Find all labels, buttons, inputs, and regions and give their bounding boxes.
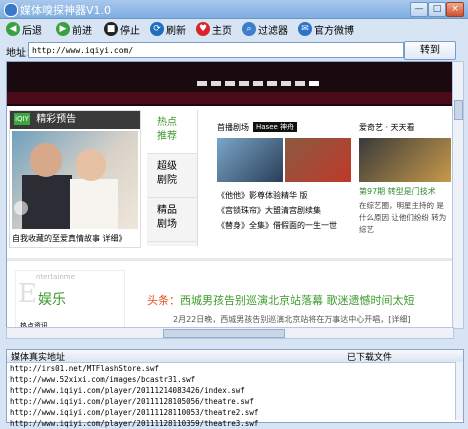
toolbar: ◀ 后退 ▶ 前进 ■ 停止 ⟳ 刷新 ♥ 主页 ⌕ 过滤器 ✉ 官方微博	[0, 19, 468, 39]
daily-subtitle[interactable]: 第97期 转型是门技术	[359, 186, 436, 197]
magnifier-filter-icon: ⌕	[242, 22, 256, 36]
headline[interactable]: 头条：西城男孩告别巡演北京站落幕 歌迷遗憾时间太短	[147, 292, 415, 308]
slide-dot[interactable]	[197, 81, 207, 86]
daily-thumbnail[interactable]	[359, 138, 451, 182]
back-button[interactable]: ◀ 后退	[6, 21, 42, 37]
slide-dot[interactable]	[211, 81, 221, 86]
refresh-button[interactable]: ⟳ 刷新	[150, 21, 186, 37]
column-media-url[interactable]: 媒体真实地址	[11, 350, 65, 363]
slide-dot[interactable]	[295, 81, 305, 86]
preview-header: iQIY 精彩预告	[10, 111, 140, 129]
slide-prev-icon[interactable]	[14, 201, 28, 215]
headline-summary[interactable]: 2月22日晚，西城男孩告别巡演北京站将在万事达中心开唱，[详细]	[173, 314, 411, 325]
address-bar: 地址： 转到	[0, 41, 468, 60]
premiere-thumbnails[interactable]	[217, 138, 351, 182]
media-row[interactable]: http://www.iqiyi.com/player/201111281103…	[7, 418, 463, 429]
stop-icon: ■	[104, 22, 118, 36]
premiere-header: 首播剧场 Hasee 神舟	[217, 120, 353, 134]
section-divider	[7, 258, 453, 261]
preview-title: 精彩预告	[36, 114, 77, 125]
browser-vertical-scrollbar[interactable]	[452, 61, 464, 329]
media-row[interactable]: http://www.iqiyi.com/player/201112140834…	[7, 385, 463, 396]
home-label: 主页	[212, 25, 232, 37]
browser-horizontal-scrollbar[interactable]	[6, 327, 454, 339]
entertainment-logo[interactable]: E ntertainme 娱乐 热点资讯	[15, 270, 125, 332]
app-icon	[4, 3, 18, 17]
heart-home-icon: ♥	[196, 22, 210, 36]
nav-super-theater[interactable]: 超级 剧院	[147, 154, 197, 198]
column-downloaded[interactable]: 已下载文件	[347, 350, 392, 363]
preview-box: iQIY 精彩预告 自我收藏的至爱真情故事 详细》	[9, 110, 141, 248]
refresh-icon: ⟳	[150, 22, 164, 36]
preview-caption[interactable]: 自我收藏的至爱真情故事 详细》	[12, 233, 127, 244]
media-row[interactable]: http://www.iqiyi.com/player/201111281100…	[7, 407, 463, 418]
daily-column: 爱奇艺 · 天天看 第97期 转型是门技术 在综艺圈，明星主持的 是什么原因 让…	[359, 120, 453, 234]
photo-face-bride	[76, 149, 106, 181]
refresh-label: 刷新	[166, 25, 186, 37]
title-bar: 媒体嗅探神器V1.0 — □ ×	[0, 0, 468, 19]
stop-label: 停止	[120, 25, 140, 37]
browser-view[interactable]: iQIY 精彩预告 自我收藏的至爱真情故事 详细》 热点 推荐 超级 剧院 精品…	[6, 61, 454, 339]
window-title: 媒体嗅探神器V1.0	[20, 4, 112, 17]
forward-arrow-icon: ▶	[56, 22, 70, 36]
premiere-links: 《他他》影尊体验精华 版 《宫锁珠帘》大盟清宫剧续集 《替身》全集》借假面的一生…	[217, 188, 337, 233]
top-banner[interactable]	[7, 62, 453, 106]
preview-photo[interactable]	[12, 131, 138, 229]
premiere-column: 首播剧场 Hasee 神舟 《他他》影尊体验精华 版 《宫锁珠帘》大盟清宫剧续集…	[217, 120, 353, 230]
weibo-icon: ✉	[298, 22, 312, 36]
daily-description: 在综艺圈，明星主持的 是什么原因 让他们纷纷 转为综艺	[359, 201, 447, 234]
close-button[interactable]: ×	[446, 2, 464, 17]
media-list-header: 媒体真实地址 已下载文件	[7, 350, 463, 363]
banner-strip	[7, 92, 453, 104]
nav-premium-theater[interactable]: 精品 剧场	[147, 198, 197, 242]
slide-dot[interactable]	[309, 81, 319, 86]
photo-face-groom	[30, 143, 62, 177]
weibo-label: 官方微博	[314, 25, 354, 37]
stop-button[interactable]: ■ 停止	[104, 21, 140, 37]
media-row[interactable]: http://www.iqiyi.com/player/201111281050…	[7, 396, 463, 407]
hasee-brand-logo: Hasee 神舟	[253, 122, 298, 132]
entertainment-e-glyph: E	[18, 279, 37, 309]
vscroll-thumb[interactable]	[454, 100, 463, 120]
slide-indicators	[197, 81, 319, 86]
headline-text[interactable]: 西城男孩告别巡演北京站落幕 歌迷遗憾时间太短	[180, 294, 415, 307]
minimize-button[interactable]: —	[410, 2, 428, 17]
weibo-button[interactable]: ✉ 官方微博	[298, 21, 354, 37]
entertainment-cn: 娱乐	[38, 292, 66, 308]
premiere-link-1[interactable]: 《他他》影尊体验精华 版	[217, 188, 337, 203]
category-nav: 热点 推荐 超级 剧院 精品 剧场	[147, 110, 198, 246]
slide-dot[interactable]	[239, 81, 249, 86]
premiere-link-2[interactable]: 《宫锁珠帘》大盟清宫剧续集	[217, 203, 337, 218]
premiere-title: 首播剧场	[217, 122, 249, 132]
home-button[interactable]: ♥ 主页	[196, 21, 232, 37]
slide-dot[interactable]	[253, 81, 263, 86]
back-arrow-icon: ◀	[6, 22, 20, 36]
media-row[interactable]: http://www.52xixi.com/images/bcastr31.sw…	[7, 374, 463, 385]
media-row[interactable]: http://irs01.net/MTFlashStore.swf	[7, 363, 463, 374]
hscroll-thumb[interactable]	[163, 329, 285, 338]
entertainment-en: ntertainme	[36, 273, 75, 281]
nav-hot-recommend[interactable]: 热点 推荐	[147, 110, 197, 154]
slide-dot[interactable]	[267, 81, 277, 86]
slide-dot[interactable]	[281, 81, 291, 86]
forward-button[interactable]: ▶ 前进	[56, 21, 92, 37]
iqiyi-logo-icon: iQIY	[14, 113, 30, 125]
slide-dot[interactable]	[225, 81, 235, 86]
maximize-button[interactable]: □	[428, 2, 446, 17]
media-list-panel: 媒体真实地址 已下载文件 http://irs01.net/MTFlashSto…	[6, 349, 464, 428]
forward-label: 前进	[72, 25, 92, 37]
address-input[interactable]	[28, 42, 404, 58]
media-list-scrollbar[interactable]	[455, 362, 463, 420]
filter-label: 过滤器	[258, 25, 288, 37]
photo-figure-groom	[22, 175, 72, 229]
headline-keyword: 头条：	[147, 294, 180, 307]
premiere-link-3[interactable]: 《替身》全集》借假面的一生一世	[217, 218, 337, 233]
go-button[interactable]: 转到	[404, 41, 456, 60]
back-label: 后退	[22, 25, 42, 37]
thumbnail-1[interactable]	[217, 138, 283, 182]
daily-header: 爱奇艺 · 天天看	[359, 122, 415, 132]
filter-button[interactable]: ⌕ 过滤器	[242, 21, 288, 37]
photo-figure-bride	[70, 179, 118, 229]
thumbnail-2[interactable]	[285, 138, 351, 182]
